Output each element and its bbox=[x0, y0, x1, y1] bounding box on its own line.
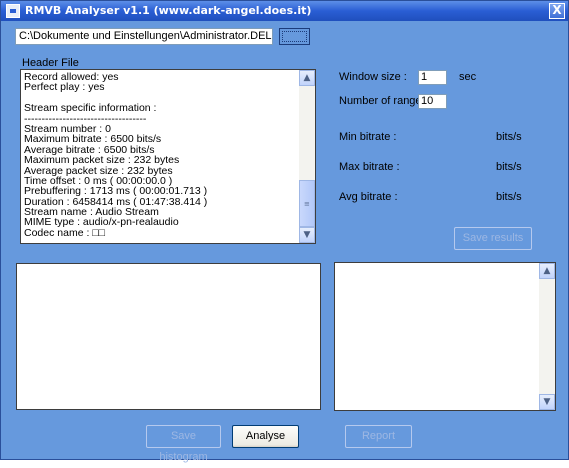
header-scrollbar[interactable]: ▲ ≡ ▼ bbox=[299, 70, 315, 243]
report-scroll-up-button[interactable]: ▲ bbox=[539, 263, 555, 279]
report-panel[interactable]: ▲ ▼ bbox=[334, 262, 556, 411]
report-scrollbar[interactable]: ▲ ▼ bbox=[539, 263, 555, 410]
report-button[interactable]: Report bbox=[345, 425, 412, 448]
header-line: Stream specific information : bbox=[24, 102, 157, 115]
avg-bitrate-label: Avg bitrate : bbox=[339, 191, 398, 203]
app-icon bbox=[6, 4, 20, 18]
title-bar[interactable]: RMVB Analyser v1.1 (www.dark-angel.does.… bbox=[1, 1, 568, 21]
header-info-text: Record allowed: yes Perfect play : yes St… bbox=[24, 72, 297, 239]
max-bitrate-unit: bits/s bbox=[496, 161, 522, 173]
min-bitrate-label: Min bitrate : bbox=[339, 131, 397, 143]
analyse-button[interactable]: Analyse bbox=[232, 425, 299, 448]
range-label: Number of range : bbox=[339, 95, 428, 107]
range-input[interactable]: 10 bbox=[418, 94, 447, 109]
file-path-input[interactable]: C:\Dokumente und Einstellungen\Administr… bbox=[15, 28, 273, 45]
window-size-label: Window size : bbox=[339, 71, 407, 83]
header-line: Perfect play : yes bbox=[24, 81, 105, 94]
scroll-down-button[interactable]: ▼ bbox=[299, 227, 315, 243]
avg-bitrate-unit: bits/s bbox=[496, 191, 522, 203]
header-info-box[interactable]: Record allowed: yes Perfect play : yes St… bbox=[20, 69, 316, 244]
scroll-thumb[interactable]: ≡ bbox=[299, 180, 315, 227]
window-size-input[interactable]: 1 bbox=[418, 70, 447, 85]
window-size-unit: sec bbox=[459, 71, 477, 83]
scroll-up-button[interactable]: ▲ bbox=[299, 70, 315, 86]
header-file-label: Header File bbox=[22, 57, 79, 69]
save-results-button[interactable]: Save results bbox=[454, 227, 532, 250]
close-button[interactable]: X bbox=[549, 3, 565, 19]
save-histogram-button[interactable]: Save histogram bbox=[146, 425, 221, 463]
min-bitrate-unit: bits/s bbox=[496, 131, 522, 143]
header-line: Maximum packet size : 232 bytes bbox=[24, 154, 180, 167]
report-scroll-down-button[interactable]: ▼ bbox=[539, 394, 555, 410]
main-window: RMVB Analyser v1.1 (www.dark-angel.does.… bbox=[0, 0, 569, 463]
browse-button[interactable] bbox=[279, 28, 310, 45]
max-bitrate-label: Max bitrate : bbox=[339, 161, 400, 173]
header-line: Codec name : □□ bbox=[24, 226, 105, 239]
histogram-panel bbox=[16, 263, 321, 410]
window-title: RMVB Analyser v1.1 (www.dark-angel.does.… bbox=[25, 4, 312, 17]
